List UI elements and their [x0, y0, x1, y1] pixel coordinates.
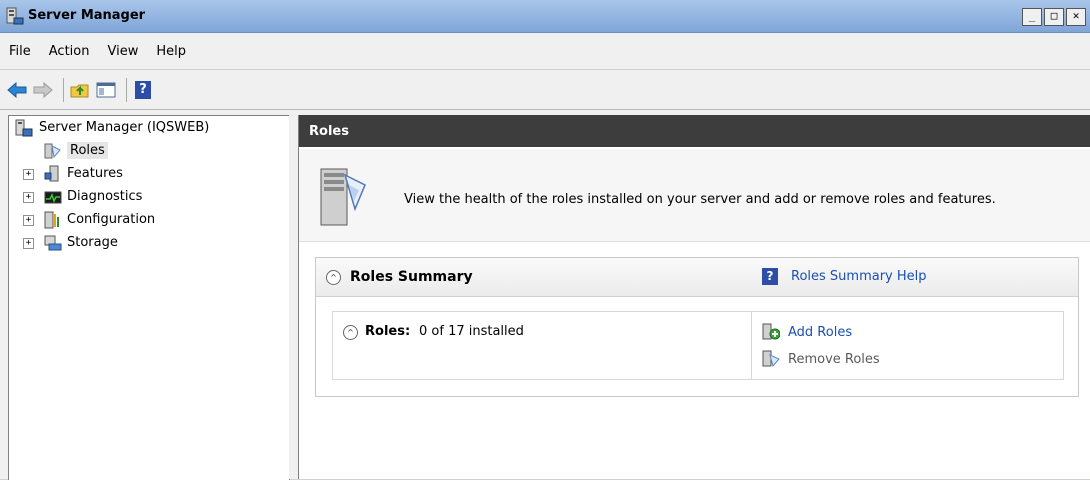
roles-actions: Add Roles Remove Roles: [751, 312, 1064, 379]
remove-roles-icon: [762, 350, 780, 368]
roles-installed-count: 0 of 17 installed: [419, 324, 524, 339]
caption-buttons: _ □ ✕: [1022, 8, 1086, 26]
forward-button[interactable]: [32, 79, 54, 101]
pane-title: Roles: [309, 123, 349, 139]
expand-icon[interactable]: +: [23, 192, 34, 203]
menu-action[interactable]: Action: [40, 44, 99, 59]
back-button[interactable]: [6, 79, 28, 101]
tree-item-label: Storage: [67, 235, 118, 250]
add-roles-action[interactable]: Add Roles: [762, 322, 852, 342]
diagnostics-icon: [44, 191, 62, 204]
tree-item-features[interactable]: + Features: [9, 163, 287, 186]
console-tree: Server Manager (IQSWEB) Roles + Features…: [8, 115, 290, 480]
menu-bar: File Action View Help: [0, 33, 1090, 70]
up-one-level-button[interactable]: [69, 79, 91, 101]
features-icon: [44, 165, 59, 182]
collapse-icon[interactable]: ^: [343, 325, 358, 340]
tree-item-configuration[interactable]: + Configuration: [9, 209, 287, 232]
toolbar-separator: [63, 77, 64, 102]
server-manager-window: Server Manager _ □ ✕ File Action View He…: [0, 0, 1090, 480]
expand-icon[interactable]: +: [23, 169, 34, 180]
toolbar-separator: [126, 77, 127, 102]
menu-help[interactable]: Help: [147, 44, 195, 59]
window-title: Server Manager: [28, 8, 146, 23]
back-arrow-icon: [7, 81, 27, 98]
roles-description: View the health of the roles installed o…: [404, 192, 996, 207]
storage-icon: [44, 235, 62, 251]
up-folder-icon: [70, 84, 89, 97]
add-roles-icon: [762, 323, 780, 340]
close-button[interactable]: ✕: [1066, 8, 1086, 26]
roles-status: ^ Roles: 0 of 17 installed: [333, 312, 751, 379]
help-icon[interactable]: ?: [762, 268, 778, 285]
tree-item-roles[interactable]: Roles: [9, 140, 287, 163]
server-roles-icon: [320, 168, 366, 226]
roles-status-box: ^ Roles: 0 of 17 installed Add Roles Rem…: [332, 311, 1064, 380]
help-button[interactable]: ?: [132, 79, 154, 101]
section-title: Roles Summary: [350, 269, 473, 285]
menu-view[interactable]: View: [98, 44, 147, 59]
roles-summary-header: ^ Roles Summary ? Roles Summary Help: [316, 258, 1078, 297]
minimize-button[interactable]: _: [1022, 8, 1042, 26]
tree-item-server-manager[interactable]: Server Manager (IQSWEB): [9, 117, 287, 140]
tree-item-label: Diagnostics: [67, 189, 143, 204]
roles-summary-section: ^ Roles Summary ? Roles Summary Help ^ R…: [315, 257, 1079, 397]
remove-roles-action[interactable]: Remove Roles: [762, 349, 880, 369]
help-icon: ?: [135, 80, 151, 99]
roles-icon: [44, 143, 61, 159]
tree-item-label: Features: [67, 166, 123, 181]
add-roles-link[interactable]: Add Roles: [788, 325, 852, 340]
remove-roles-link[interactable]: Remove Roles: [788, 352, 880, 367]
server-manager-icon: [15, 119, 33, 137]
configuration-icon: [44, 211, 59, 229]
expand-icon[interactable]: +: [23, 215, 34, 226]
toolbar: ?: [0, 70, 1090, 110]
collapse-icon[interactable]: ^: [326, 270, 341, 285]
tree-item-label: Server Manager (IQSWEB): [39, 120, 210, 135]
roles-summary-help-link[interactable]: Roles Summary Help: [791, 269, 927, 284]
tree-item-label: Configuration: [67, 212, 156, 227]
server-manager-icon: [6, 7, 24, 25]
maximize-button[interactable]: □: [1044, 8, 1064, 26]
menu-file[interactable]: File: [0, 44, 40, 59]
tree-item-storage[interactable]: + Storage: [9, 232, 287, 255]
roles-label: Roles:: [365, 324, 411, 339]
details-pane: Roles View the health of the roles insta…: [298, 115, 1090, 479]
pane-splitter[interactable]: [289, 115, 298, 479]
expand-icon[interactable]: +: [23, 238, 34, 249]
tree-item-diagnostics[interactable]: + Diagnostics: [9, 186, 287, 209]
show-hide-console-tree-button[interactable]: [95, 79, 117, 101]
show-hide-console-tree-icon: [96, 82, 116, 97]
description-banner: View the health of the roles installed o…: [299, 149, 1090, 242]
forward-arrow-icon: [33, 81, 53, 98]
title-bar[interactable]: Server Manager _ □ ✕: [0, 0, 1090, 33]
tree-item-label: Roles: [67, 142, 108, 159]
pane-header: Roles: [299, 115, 1090, 147]
